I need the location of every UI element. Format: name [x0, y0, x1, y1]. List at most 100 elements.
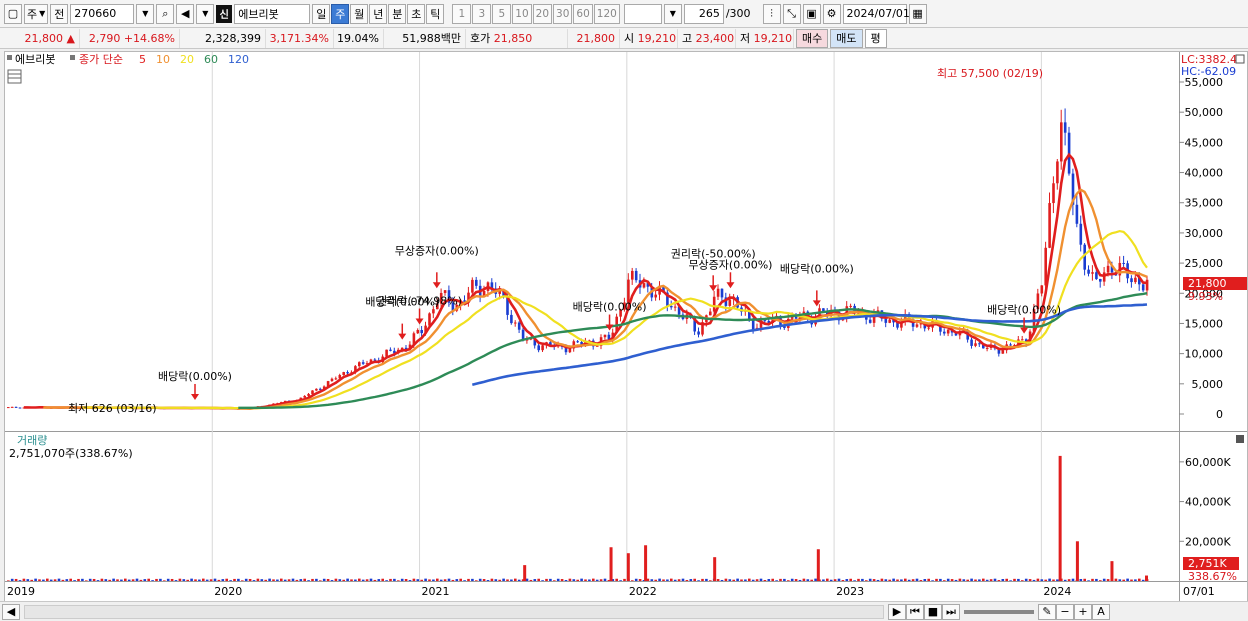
rewind-icon[interactable]: ⏮ [906, 603, 924, 620]
ma-legend-item[interactable]: 20 [180, 53, 194, 66]
stop-icon[interactable]: ■ [924, 603, 942, 620]
legend-close-label[interactable]: 종가 단순 [79, 53, 123, 66]
volume-bar [412, 578, 416, 581]
turnover-cell: 19.04% [334, 28, 384, 48]
ma-legend-item[interactable]: 120 [228, 53, 249, 66]
chart-area[interactable]: 0 5,000 10,000 15,000 20,000 25,000 30,000 35,0… [4, 51, 1248, 603]
draw-tools-icon[interactable]: ✎ [1038, 603, 1056, 620]
zoom-in-icon[interactable]: + [1074, 603, 1092, 620]
prev-button[interactable]: 전 [50, 3, 69, 24]
interval-button-1[interactable]: 1 [452, 3, 472, 24]
candle-body [420, 329, 423, 334]
interval-custom-input[interactable] [623, 3, 662, 24]
candle-body [1021, 339, 1024, 341]
interval-button-60[interactable]: 60 [573, 3, 593, 24]
expand-icon[interactable] [1235, 54, 1245, 64]
volume-bar [283, 579, 287, 581]
interval-button-20[interactable]: 20 [532, 3, 553, 24]
period-tab-2[interactable]: 월 [350, 3, 369, 24]
volume-bar [53, 579, 57, 581]
list-dropdown-icon[interactable]: ▼ [196, 3, 215, 24]
volume-bar [572, 579, 576, 581]
save-icon[interactable]: ▣ [802, 3, 821, 24]
ma-legend-item[interactable]: 10 [156, 53, 170, 66]
volume-bar [131, 579, 135, 581]
forward-icon[interactable]: ⏭ [942, 603, 960, 620]
volume-bar [34, 578, 37, 581]
volume-bar [1083, 578, 1086, 581]
gear-icon[interactable]: ⚙ [822, 3, 841, 24]
play-icon[interactable]: ▶ [888, 603, 906, 620]
interval-button-5[interactable]: 5 [492, 3, 512, 24]
close-icon[interactable] [1236, 435, 1244, 443]
volume-bar [974, 579, 977, 581]
count-max-label: /300 [725, 7, 751, 20]
volume-bar [217, 579, 221, 581]
ma-legend-item[interactable]: 60 [204, 53, 218, 66]
sell-button[interactable]: 매도 [830, 28, 863, 48]
legend-square [70, 55, 75, 60]
candle-body [631, 270, 634, 280]
date-value: 2024/07/01 [846, 7, 910, 20]
calendar-icon[interactable]: ▦ [908, 3, 927, 24]
price-tick-label: 15,000 [1185, 317, 1224, 330]
period-tab-6[interactable]: 틱 [426, 3, 445, 24]
volume-bar [510, 579, 513, 581]
count-input[interactable]: 265 [683, 3, 724, 24]
volume-bar [915, 578, 919, 581]
period-type-select[interactable]: 주 ▼ [24, 3, 49, 24]
text-tool-icon[interactable]: A [1092, 603, 1110, 620]
volume-bar [229, 580, 232, 581]
period-tab-5[interactable]: 초 [407, 3, 426, 24]
volume-bar [502, 578, 505, 581]
buy-button[interactable]: 매수 [796, 28, 829, 48]
annotation-label: 배당락(0.00%) [987, 304, 1061, 317]
volume-bar [1102, 578, 1106, 581]
period-tab-4[interactable]: 분 [388, 3, 407, 24]
candle-body [868, 319, 872, 323]
interval-button-30[interactable]: 30 [553, 3, 573, 24]
period-tab-0[interactable]: 일 [312, 3, 331, 24]
volume-bar [147, 578, 150, 581]
volume-bar [541, 580, 544, 581]
scroll-left-icon[interactable]: ◀ [2, 603, 20, 620]
window-menu-icon[interactable]: ▢ [4, 3, 22, 24]
interval-button-120[interactable]: 120 [593, 3, 620, 24]
volume-bar [1095, 578, 1098, 581]
stock-tab-label[interactable]: 에브리봇 [15, 53, 55, 66]
scroll-track[interactable] [24, 604, 884, 619]
ma-legend-item[interactable]: 5 [139, 53, 146, 66]
zoom-slider[interactable] [964, 609, 1034, 614]
volume-bar [545, 578, 548, 581]
stock-code-input[interactable]: 270660 [70, 3, 135, 24]
hc-label: HC:-62.09 [1181, 65, 1236, 78]
volume-bar [1036, 578, 1040, 581]
avg-button[interactable]: 평 [864, 28, 887, 48]
volume-title[interactable]: 거래량 [17, 434, 47, 447]
volume-spike-bar [523, 565, 527, 581]
volume-bar [428, 579, 431, 581]
period-tab-1[interactable]: 주 [331, 3, 350, 24]
candle-type-icon[interactable]: ⫶ [762, 3, 781, 24]
volume-bar [966, 579, 969, 581]
volume-spike-bar [626, 553, 630, 581]
ask-value: 21,850 [493, 31, 533, 45]
volume-spike-bar [816, 549, 820, 581]
interval-dropdown-icon[interactable]: ▼ [663, 3, 682, 24]
volume-bar [1126, 578, 1129, 581]
period-tab-3[interactable]: 년 [369, 3, 388, 24]
volume-bar [397, 580, 400, 581]
table-icon[interactable] [7, 69, 22, 84]
bid-value: 21,800 [576, 31, 616, 45]
interval-button-10[interactable]: 10 [512, 3, 532, 24]
date-input[interactable]: 2024/07/01 [842, 3, 910, 24]
speaker-icon[interactable]: ◀ [176, 3, 195, 24]
crosshair-icon[interactable]: ⤡ [782, 3, 801, 24]
zoom-out-icon[interactable]: − [1056, 603, 1074, 620]
price-volume-chart[interactable]: 05,00010,00015,00020,00025,00030,00035,0… [5, 52, 1247, 602]
code-dropdown-icon[interactable]: ▼ [136, 3, 155, 24]
volume-bar [841, 580, 845, 581]
search-icon[interactable]: ⌕ [156, 3, 175, 24]
bottom-scrollbar[interactable]: ◀ ▶ ⏮ ■ ⏭ ✎ − + A [0, 601, 1248, 621]
interval-button-3[interactable]: 3 [472, 3, 492, 24]
